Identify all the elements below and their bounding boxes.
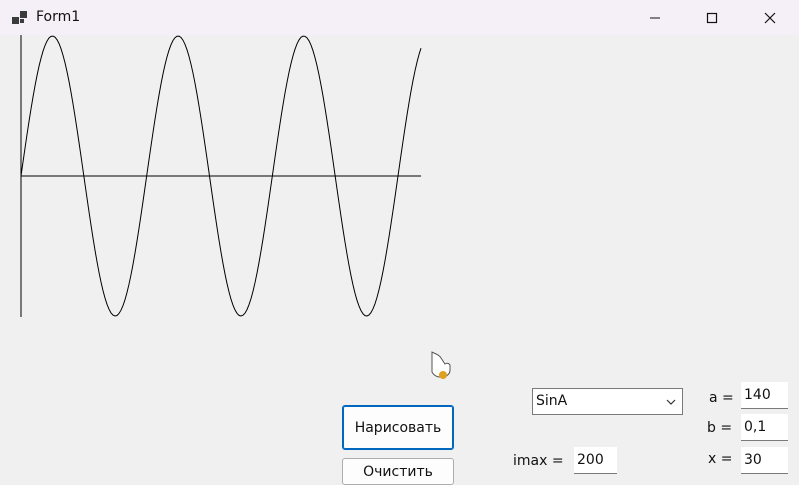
mouse-cursor-icon	[431, 351, 451, 379]
chevron-down-icon	[666, 399, 676, 405]
app-icon	[12, 11, 27, 24]
maximize-button[interactable]	[689, 0, 735, 35]
draw-button[interactable]: Нарисовать	[342, 405, 454, 450]
function-select[interactable]: SinA	[532, 388, 683, 415]
x-label: x =	[708, 451, 733, 467]
clear-button-label: Очистить	[363, 463, 433, 480]
a-input[interactable]	[741, 382, 788, 409]
function-select-value: SinA	[536, 393, 568, 409]
sine-plot	[20, 35, 422, 317]
clear-button[interactable]: Очистить	[342, 458, 454, 485]
close-icon	[764, 12, 776, 23]
imax-label: imax =	[513, 453, 564, 469]
a-label: a =	[709, 390, 734, 406]
maximize-icon	[706, 12, 718, 23]
draw-button-label: Нарисовать	[354, 419, 442, 436]
window-title: Form1	[36, 9, 81, 25]
title-bar: Form1	[0, 0, 799, 35]
minimize-button[interactable]	[632, 0, 678, 35]
b-input[interactable]	[741, 414, 788, 441]
x-input[interactable]	[741, 447, 788, 474]
close-button[interactable]	[747, 0, 793, 35]
b-label: b =	[707, 420, 733, 436]
minimize-icon	[650, 17, 660, 18]
imax-input[interactable]	[574, 447, 617, 474]
